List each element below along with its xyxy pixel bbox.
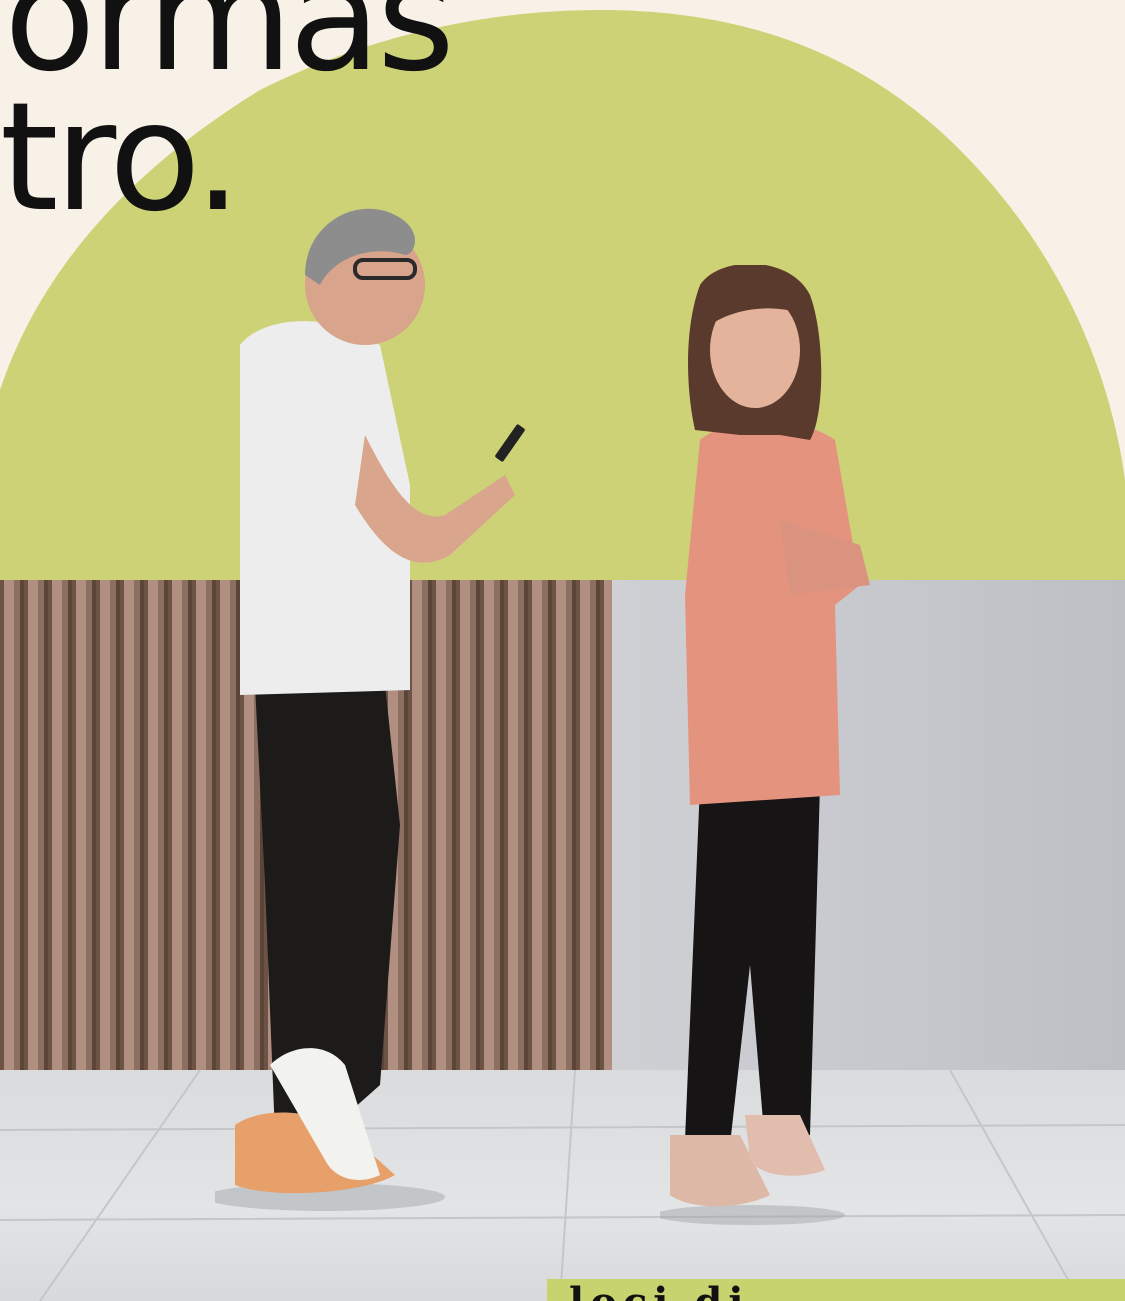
woman-standing-illustration <box>660 265 870 1225</box>
advertisement-page: ormas otro. loc <box>0 0 1125 1301</box>
man-with-phone-illustration <box>215 208 525 1211</box>
floor-tile-lines <box>0 1070 1125 1301</box>
badge-text: loci di <box>569 1283 750 1301</box>
bottom-badge: loci di <box>547 1279 1125 1301</box>
